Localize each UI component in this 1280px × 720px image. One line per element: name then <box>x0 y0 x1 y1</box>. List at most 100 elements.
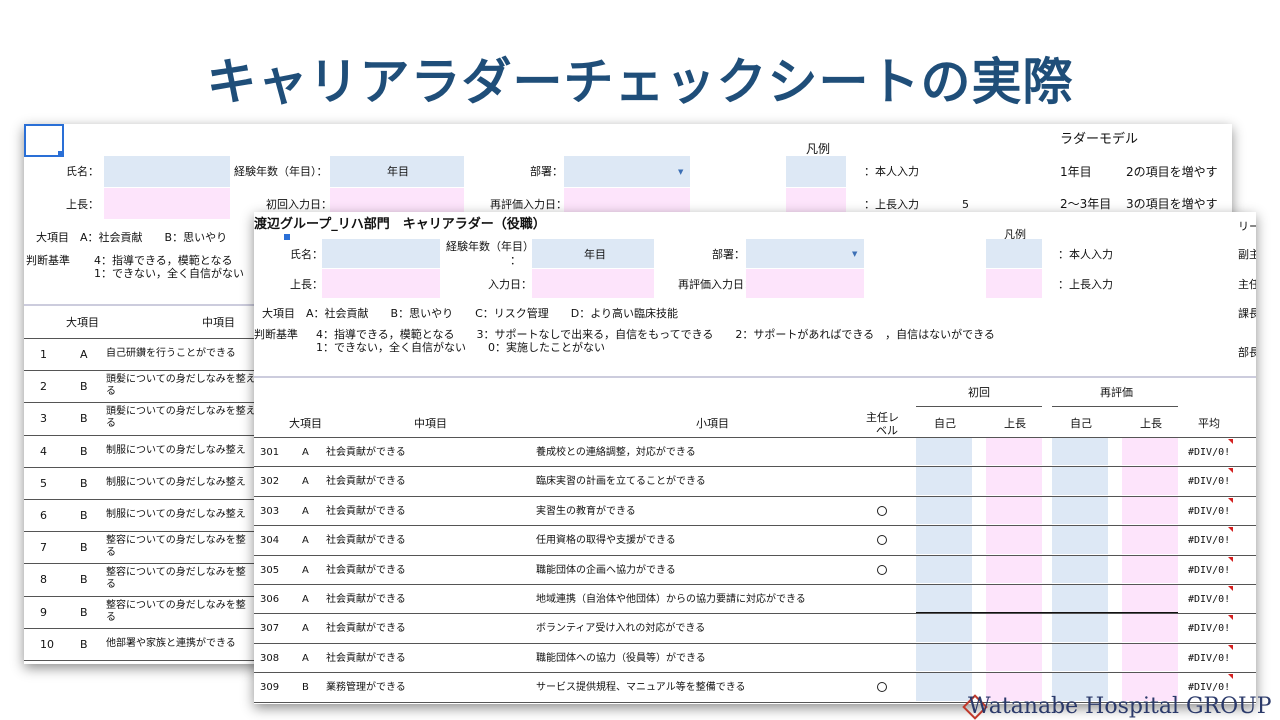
fill-handle[interactable] <box>58 151 64 157</box>
reeval-self-dropdown[interactable] <box>1052 438 1108 466</box>
reeval-label: 再評価入力日： <box>490 198 567 211</box>
row-average: #DIV/0! <box>1188 447 1231 458</box>
first-boss-dropdown[interactable] <box>986 496 1042 525</box>
row-minor-item: 実習生の教育ができる <box>536 505 636 517</box>
row-category: B <box>80 444 88 458</box>
first-self-dropdown[interactable] <box>916 438 972 466</box>
col-avg: 平均 <box>1198 417 1220 430</box>
row-average: #DIV/0! <box>1188 682 1231 694</box>
row-middle-item-cont: る <box>106 611 116 623</box>
dropdown-arrow-icon: ▼ <box>678 168 684 176</box>
boss-field[interactable] <box>322 269 440 298</box>
spreadsheet-front: 渡辺グループ_リハ部門 キャリアラダー（役職） 氏名： 経験年数（年目） ： 年… <box>254 212 1256 704</box>
row-middle-item: 社会貢献ができる <box>326 447 406 458</box>
ladder-desc-1: 2の項目を増やす <box>1126 165 1218 179</box>
criteria-label: 判断基準 <box>26 254 70 267</box>
first-boss-dropdown[interactable] <box>986 614 1042 642</box>
reeval-boss-dropdown[interactable] <box>1122 467 1178 495</box>
years-field[interactable]: 年目 <box>532 239 654 268</box>
comment-indicator-icon <box>1228 527 1233 533</box>
years-label: 経験年数（年目） <box>446 240 534 253</box>
row-line <box>24 499 254 500</box>
row-category: B <box>80 605 88 619</box>
first-self-dropdown[interactable] <box>916 585 972 613</box>
row-number: 1 <box>40 348 47 361</box>
boss-field[interactable] <box>104 188 230 219</box>
row-number: 7 <box>40 541 47 555</box>
name-field[interactable] <box>104 156 230 187</box>
row-middle-item: 他部署や家族と連携ができる <box>106 637 236 649</box>
first-self-dropdown[interactable] <box>916 673 972 701</box>
name-label: 氏名： <box>290 248 323 261</box>
row-category: A <box>302 476 309 488</box>
name-field[interactable] <box>322 239 440 268</box>
reeval-boss-dropdown[interactable] <box>1122 614 1178 642</box>
first-self-dropdown[interactable] <box>916 643 972 672</box>
row-minor-item: 地域連携（自治体や他団体）からの協力要請に対応ができる <box>536 594 806 605</box>
row-number: 2 <box>40 380 47 394</box>
reeval-boss-dropdown[interactable] <box>1122 643 1178 672</box>
input-date-field[interactable] <box>532 269 654 298</box>
comment-indicator-icon <box>1228 497 1233 503</box>
row-number: 307 <box>260 623 280 635</box>
row-category: A <box>302 505 309 517</box>
first-self-dropdown[interactable] <box>916 467 972 495</box>
row-line <box>24 563 254 565</box>
row-middle-item: 整容についての身だしなみを整 <box>106 567 246 579</box>
reeval-boss-dropdown[interactable] <box>1122 496 1178 525</box>
major-items-legend: 大項目 A：社会貢献 B：思いやり <box>36 231 228 244</box>
dept-dropdown[interactable]: ▼ <box>746 239 864 268</box>
row-minor-item: 職能団体への協力（役員等）ができる <box>536 652 706 664</box>
reeval-field[interactable] <box>746 269 864 298</box>
first-self-dropdown[interactable] <box>916 496 972 525</box>
row-category: B <box>80 380 88 394</box>
reeval-boss-dropdown[interactable] <box>1122 438 1178 466</box>
reeval-self-dropdown[interactable] <box>1052 614 1108 642</box>
reeval-boss-dropdown[interactable] <box>1122 526 1178 554</box>
row-line <box>24 466 254 468</box>
first-boss-dropdown[interactable] <box>986 555 1042 583</box>
first-boss-dropdown[interactable] <box>986 526 1042 554</box>
col-level-2: ベル <box>876 424 898 437</box>
row-category: A <box>302 447 309 458</box>
row-average: #DIV/0! <box>1188 535 1231 547</box>
reeval-boss-dropdown[interactable] <box>1122 585 1178 613</box>
criteria-line-2: 1：できない，全く自信がない 0：実施したことがない <box>316 341 605 354</box>
fill-handle[interactable] <box>284 234 290 240</box>
first-boss-dropdown[interactable] <box>986 585 1042 613</box>
row-middle-item: 社会貢献ができる <box>326 623 406 635</box>
first-self-dropdown[interactable] <box>916 555 972 583</box>
first-boss-dropdown[interactable] <box>986 467 1042 495</box>
first-boss-dropdown[interactable] <box>986 643 1042 672</box>
dept-dropdown[interactable]: ▼ <box>564 156 690 187</box>
right-label-3: 主任 <box>1238 278 1256 291</box>
row-average: #DIV/0! <box>1188 623 1231 635</box>
first-self-dropdown[interactable] <box>916 614 972 642</box>
row-average: #DIV/0! <box>1188 564 1231 576</box>
dept-label: 部署： <box>530 165 563 178</box>
first-self-dropdown[interactable] <box>916 526 972 554</box>
reeval-boss-dropdown[interactable] <box>1122 555 1178 583</box>
col-minor: 小項目 <box>696 417 729 430</box>
reeval-self-dropdown[interactable] <box>1052 643 1108 672</box>
reeval-self-dropdown[interactable] <box>1052 555 1108 583</box>
row-minor-item: 臨床実習の計画を立てることができる <box>536 476 706 488</box>
reeval-self-dropdown[interactable] <box>1052 526 1108 554</box>
reeval-self-dropdown[interactable] <box>1052 467 1108 495</box>
row-middle-item: 頭髪についての身だしなみを整え <box>106 374 256 386</box>
row-line <box>24 627 254 629</box>
row-category: A <box>302 652 309 664</box>
row-category: A <box>302 564 309 576</box>
header-divider <box>254 376 1256 378</box>
row-number: 303 <box>260 505 280 517</box>
reeval-self-dropdown[interactable] <box>1052 496 1108 525</box>
reeval-self-dropdown[interactable] <box>1052 585 1108 613</box>
years-field[interactable]: 年目 <box>330 156 464 187</box>
row-middle-item-cont: る <box>106 418 116 430</box>
years-label: 経験年数（年目）： <box>234 165 328 178</box>
criteria-label: 判断基準 <box>254 328 298 341</box>
first-boss-dropdown[interactable] <box>986 438 1042 466</box>
row-middle-item: 自己研鑽を行うことができる <box>106 348 236 359</box>
row-category: A <box>302 535 309 547</box>
row-line <box>24 595 254 597</box>
